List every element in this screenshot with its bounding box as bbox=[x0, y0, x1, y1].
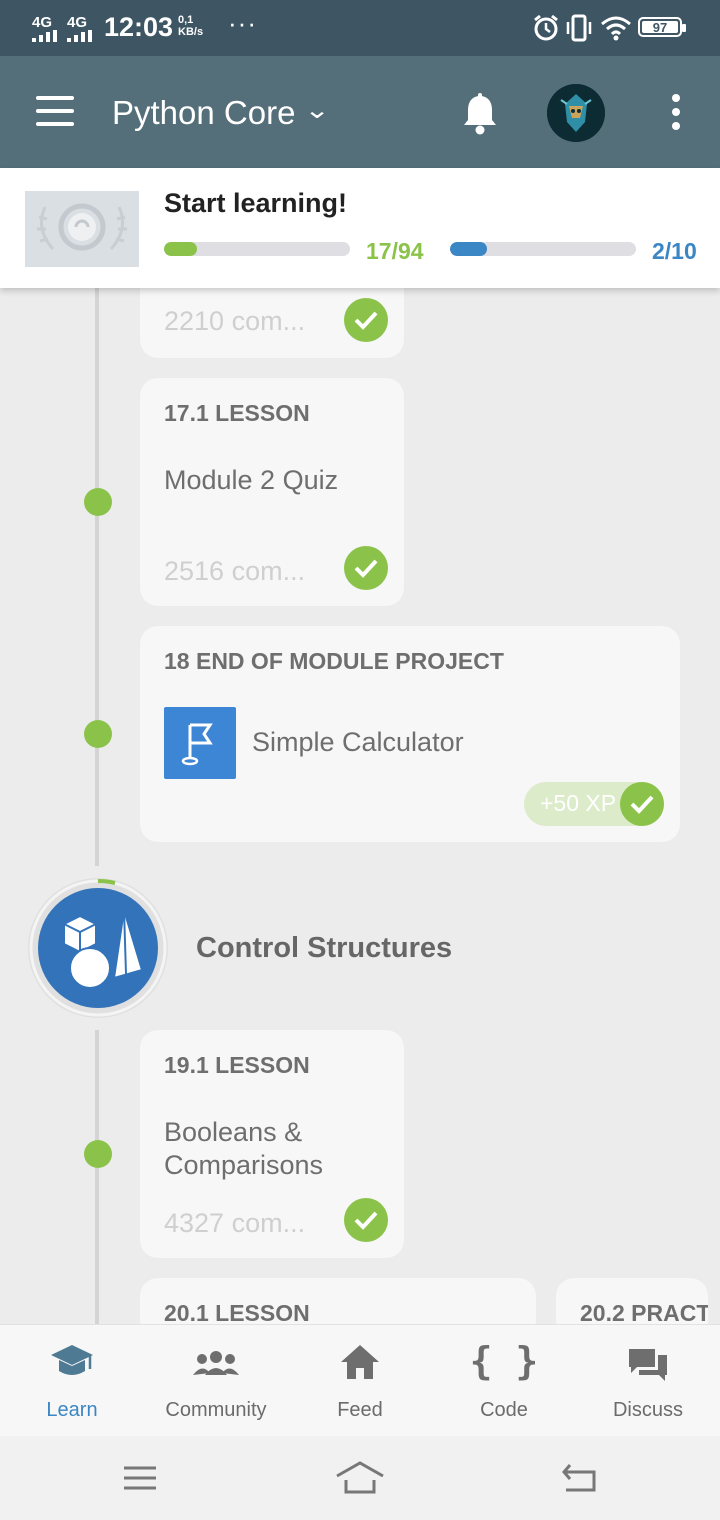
lesson-label: 19.1 LESSON bbox=[164, 1052, 310, 1078]
lesson-title: Booleans & Comparisons bbox=[164, 1117, 324, 1180]
chevron-down-icon[interactable]: ⌄ bbox=[304, 96, 330, 125]
timeline-dot bbox=[84, 488, 112, 516]
timeline-dot bbox=[84, 720, 112, 748]
home-icon bbox=[341, 1345, 379, 1379]
project-title: Simple Calculator bbox=[252, 727, 464, 757]
goal-progress-fill bbox=[450, 242, 488, 256]
alarm-icon bbox=[534, 14, 558, 41]
wifi-icon bbox=[601, 16, 631, 41]
battery-level: 97 bbox=[642, 21, 678, 34]
hamburger-menu-icon[interactable] bbox=[36, 96, 76, 126]
completed-check-icon bbox=[620, 782, 664, 826]
module-badge[interactable] bbox=[28, 878, 168, 1018]
app-bar: Python Core ⌄ bbox=[0, 56, 720, 168]
comments-count: 2516 com... bbox=[164, 556, 306, 586]
clock: 12:03 bbox=[104, 12, 174, 42]
people-icon bbox=[193, 1351, 239, 1375]
nav-label: Code bbox=[480, 1399, 528, 1421]
nav-code[interactable]: { } Code bbox=[432, 1325, 576, 1437]
progress-header: Start learning! 17/94 2/10 bbox=[0, 168, 720, 288]
project-card[interactable]: 18 END OF MODULE PROJECT Simple Calculat… bbox=[140, 626, 680, 842]
completed-check-icon bbox=[344, 298, 388, 342]
back-icon[interactable] bbox=[560, 1462, 598, 1494]
nav-label: Community bbox=[165, 1399, 267, 1421]
chat-icon bbox=[629, 1349, 667, 1381]
completed-check-icon bbox=[344, 1198, 388, 1242]
graduation-cap-icon bbox=[51, 1345, 93, 1375]
nav-feed[interactable]: Feed bbox=[288, 1325, 432, 1437]
recents-icon[interactable] bbox=[122, 1464, 158, 1492]
comments-count: 4327 com... bbox=[164, 1208, 306, 1238]
shapes-icon bbox=[38, 888, 158, 1008]
start-learning-heading: Start learning! bbox=[164, 188, 348, 218]
lesson-card[interactable]: 17.1 LESSON Module 2 Quiz 2516 com... bbox=[140, 378, 404, 606]
xp-badge: +50 XP bbox=[524, 782, 664, 826]
certificate-badge bbox=[25, 191, 139, 267]
nav-label: Discuss bbox=[612, 1399, 683, 1421]
lesson-card[interactable]: 19.1 LESSON Booleans & Comparisons 4327 … bbox=[140, 1030, 404, 1258]
speed-value: 0,1 bbox=[178, 14, 194, 26]
more-options-icon[interactable] bbox=[668, 94, 684, 134]
flag-icon bbox=[164, 707, 236, 779]
more-notifications: ··· bbox=[228, 8, 257, 38]
bell-icon[interactable] bbox=[460, 92, 500, 136]
lesson-title: Module 2 Quiz bbox=[164, 465, 339, 495]
lessons-progress-bar bbox=[164, 242, 350, 256]
goal-progress-bar bbox=[450, 242, 636, 256]
module-title: Control Structures bbox=[196, 932, 453, 964]
timeline-line bbox=[95, 288, 99, 866]
timeline-dot bbox=[84, 1140, 112, 1168]
bottom-navigation: Learn Community Feed { } Code Discuss bbox=[0, 1324, 720, 1437]
signal-icon bbox=[32, 30, 57, 42]
speed-unit: KB/s bbox=[178, 26, 204, 38]
course-title[interactable]: Python Core bbox=[112, 94, 295, 132]
practice-label: 20.2 PRACT bbox=[580, 1300, 708, 1326]
home-button-icon[interactable] bbox=[334, 1460, 386, 1496]
lesson-label: 20.1 LESSON bbox=[164, 1300, 310, 1326]
signal-label-1: 4G bbox=[32, 14, 53, 31]
lesson-label: 17.1 LESSON bbox=[164, 400, 310, 426]
avatar[interactable] bbox=[547, 84, 605, 142]
battery-icon: 97 bbox=[638, 17, 686, 37]
nav-label: Feed bbox=[337, 1399, 383, 1421]
system-navigation-bar bbox=[0, 1436, 720, 1520]
certificate-icon bbox=[37, 203, 127, 251]
goal-count: 2/10 bbox=[652, 238, 697, 264]
status-bar: 4G 4G 12:03 0,1 KB/s ··· 97 bbox=[0, 0, 720, 56]
timeline-line bbox=[95, 1030, 99, 1324]
braces-icon: { } bbox=[469, 1339, 539, 1383]
lessons-progress-fill bbox=[164, 242, 198, 256]
nav-learn[interactable]: Learn bbox=[0, 1325, 144, 1437]
xp-label: +50 XP bbox=[540, 790, 617, 816]
vibrate-icon bbox=[566, 14, 592, 42]
lessons-count: 17/94 bbox=[366, 238, 424, 264]
signal-icon bbox=[67, 30, 92, 42]
project-label: 18 END OF MODULE PROJECT bbox=[164, 648, 504, 674]
nav-discuss[interactable]: Discuss bbox=[576, 1325, 720, 1437]
network-speed: 0,1 KB/s bbox=[178, 14, 203, 38]
comments-count: 2210 com... bbox=[164, 306, 306, 336]
completed-check-icon bbox=[344, 546, 388, 590]
signal-label-2: 4G bbox=[67, 14, 88, 31]
nav-label: Learn bbox=[46, 1399, 98, 1421]
nav-community[interactable]: Community bbox=[144, 1325, 288, 1437]
